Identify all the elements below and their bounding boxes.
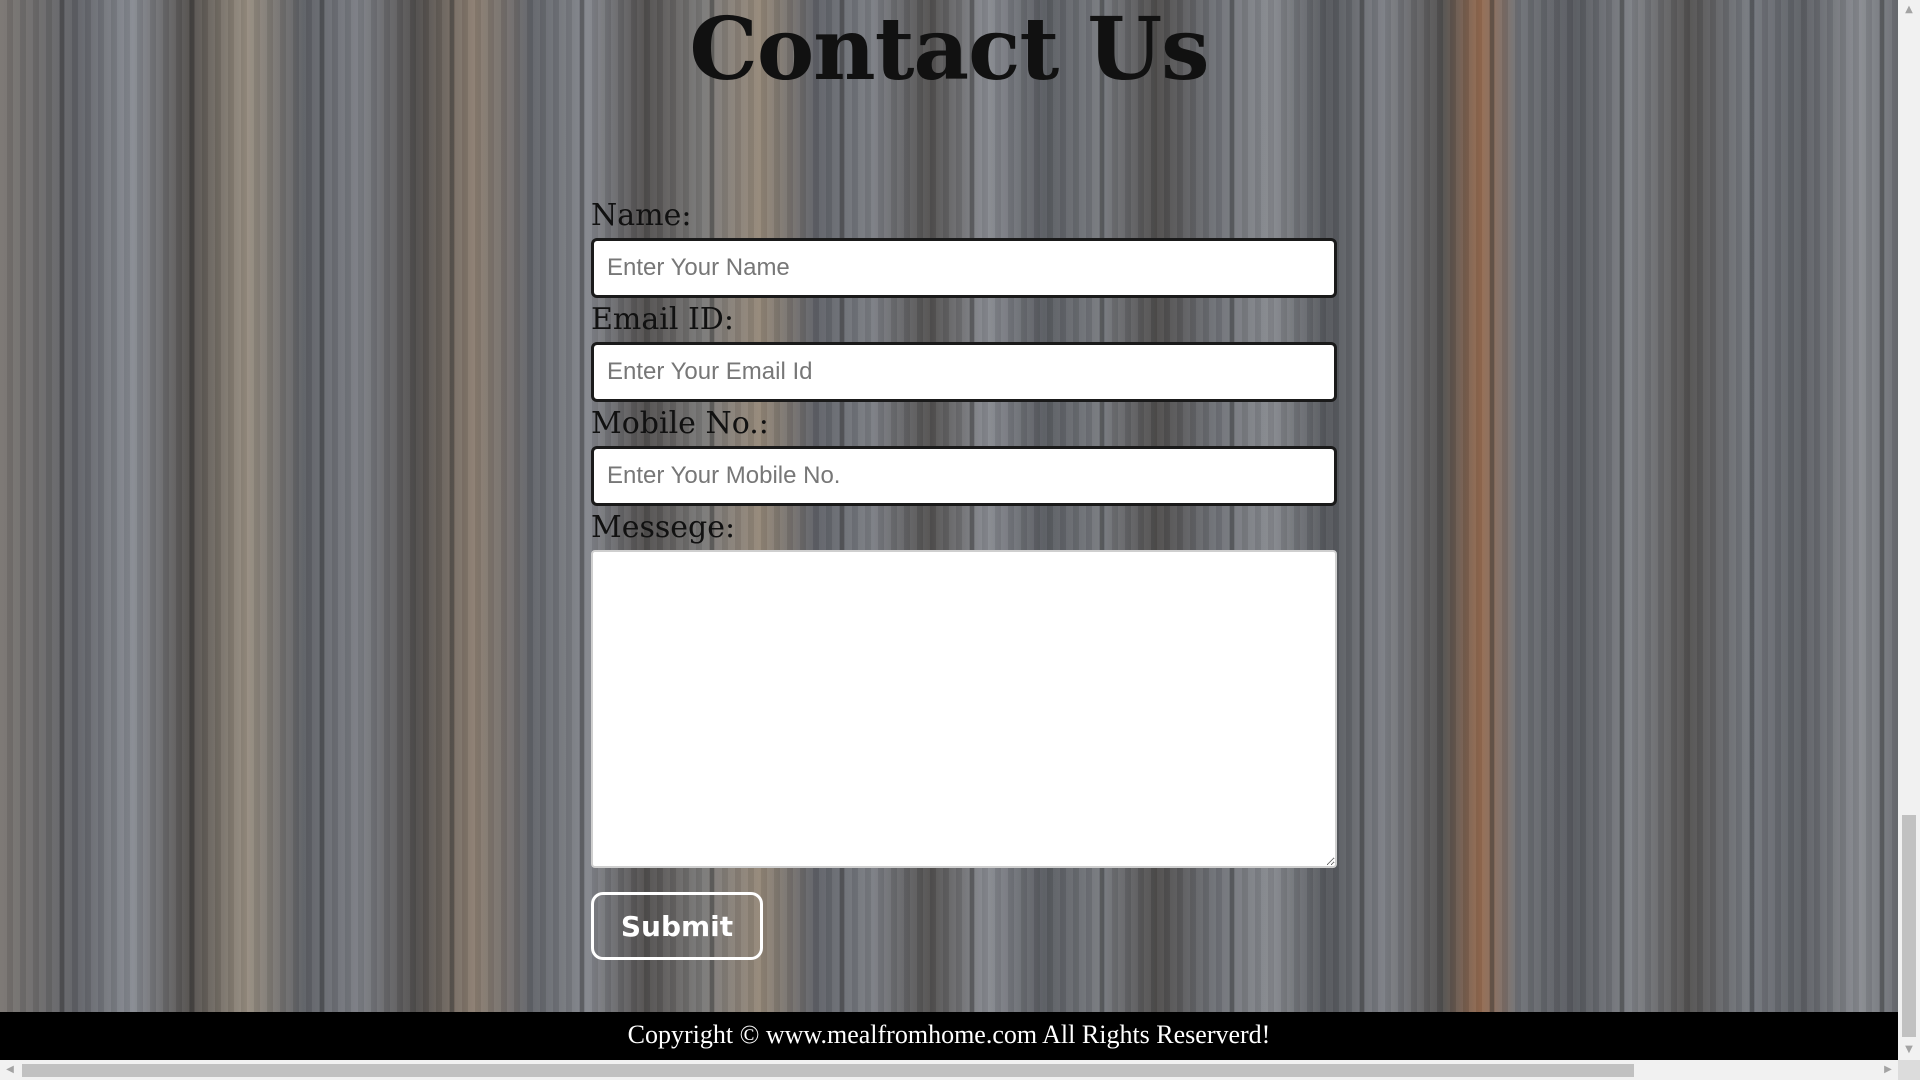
scrollbar-corner xyxy=(1898,1060,1920,1080)
horizontal-scroll-thumb[interactable] xyxy=(22,1064,1634,1077)
submit-button[interactable]: Submit xyxy=(591,892,763,960)
email-input[interactable] xyxy=(591,342,1337,402)
message-textarea[interactable] xyxy=(591,550,1337,868)
horizontal-scrollbar[interactable]: ◀ ▶ xyxy=(0,1060,1898,1080)
copyright-text: Copyright © www.mealfromhome.com All Rig… xyxy=(627,1020,1271,1049)
vertical-scrollbar[interactable]: ▲ ▼ xyxy=(1898,0,1920,1060)
scroll-right-icon[interactable]: ▶ xyxy=(1878,1060,1898,1080)
name-input[interactable] xyxy=(591,238,1337,298)
email-label: Email ID: xyxy=(591,302,734,337)
scroll-down-icon[interactable]: ▼ xyxy=(1898,1040,1920,1060)
mobile-label: Mobile No.: xyxy=(591,406,769,441)
message-label: Messege: xyxy=(591,510,736,545)
page-title: Contact Us xyxy=(689,0,1209,100)
scroll-up-icon[interactable]: ▲ xyxy=(1898,0,1920,20)
mobile-input[interactable] xyxy=(591,446,1337,506)
contact-form: Name: Email ID: Mobile No.: Messege: Sub… xyxy=(591,196,1337,960)
footer: Copyright © www.mealfromhome.com All Rig… xyxy=(0,1012,1898,1060)
vertical-scroll-thumb[interactable] xyxy=(1902,815,1916,1037)
contact-section: Contact Us Name: Email ID: Mobile No.: M… xyxy=(0,0,1898,1012)
name-label: Name: xyxy=(591,198,692,233)
scroll-left-icon[interactable]: ◀ xyxy=(0,1060,20,1080)
